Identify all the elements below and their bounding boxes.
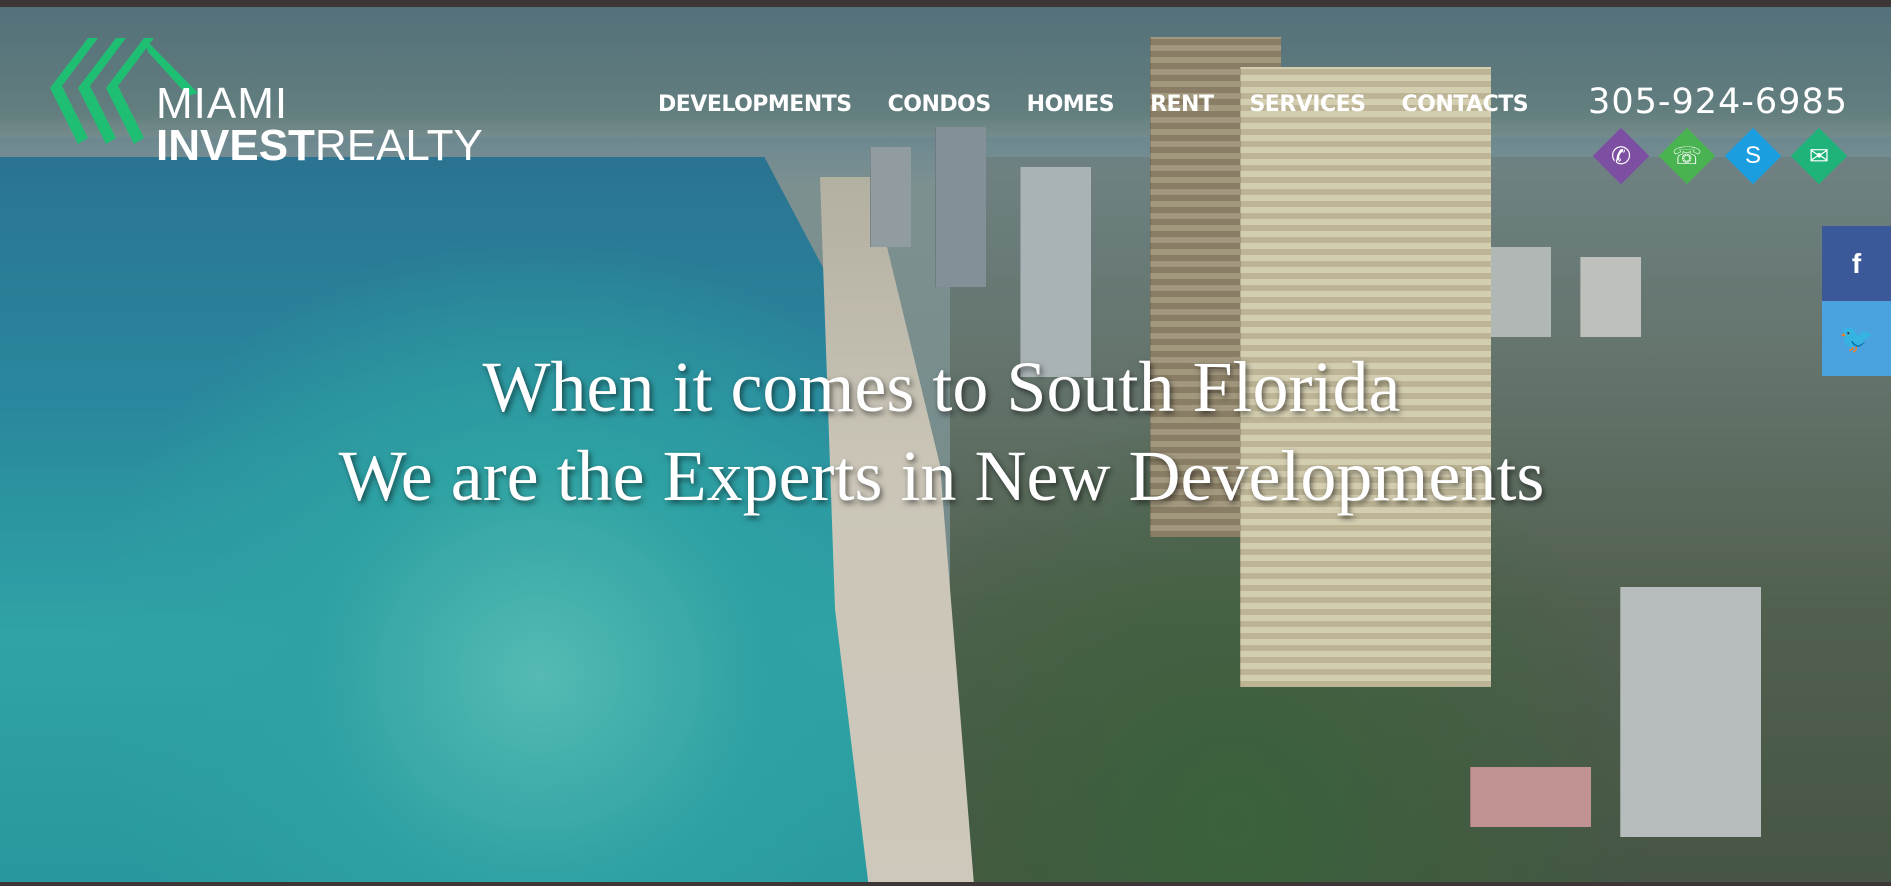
viber-icon[interactable]: ✆	[1593, 128, 1649, 184]
logo-bold: INVEST	[156, 121, 315, 170]
main-nav: DEVELOPMENTS CONDOS HOMES RENT SERVICES …	[658, 92, 1564, 117]
email-glyph: ✉	[1808, 142, 1830, 170]
contact-icons: ✆ ☏ S ✉	[1593, 128, 1847, 184]
hero-headline-line-1: When it comes to South Florida	[482, 347, 1401, 427]
logo[interactable]: MIAMI INVESTREALTY	[48, 38, 508, 168]
nav-developments[interactable]: DEVELOPMENTS	[658, 92, 852, 117]
skype-glyph: S	[1744, 142, 1761, 169]
top-border	[0, 0, 1891, 7]
facebook-icon[interactable]: f	[1822, 226, 1891, 301]
skype-icon[interactable]: S	[1725, 128, 1781, 184]
whatsapp-glyph: ☏	[1671, 142, 1702, 170]
bottom-border	[0, 882, 1891, 886]
nav-condos[interactable]: CONDOS	[888, 92, 992, 117]
logo-regular: REALTY	[314, 121, 483, 170]
nav-contacts[interactable]: CONTACTS	[1402, 92, 1529, 117]
viber-glyph: ✆	[1610, 142, 1632, 170]
hero-headline-line-2: We are the Experts in New Developments	[338, 436, 1545, 516]
email-icon[interactable]: ✉	[1791, 128, 1847, 184]
nav-rent[interactable]: RENT	[1150, 92, 1214, 117]
whatsapp-icon[interactable]: ☏	[1659, 128, 1715, 184]
nav-services[interactable]: SERVICES	[1249, 92, 1366, 117]
phone-number[interactable]: 305-924-6985	[1588, 82, 1848, 122]
logo-line-2: INVESTREALTY	[156, 124, 483, 168]
nav-homes[interactable]: HOMES	[1027, 92, 1115, 117]
logo-line-1: MIAMI	[156, 79, 289, 128]
